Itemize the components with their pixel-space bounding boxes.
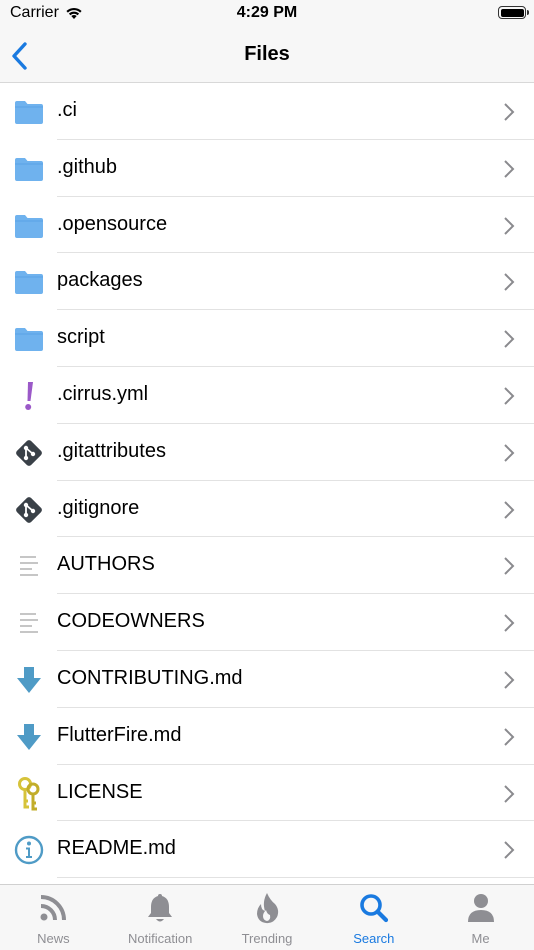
file-row[interactable]: packages [0, 253, 534, 310]
git-icon [13, 438, 44, 468]
tab-label: Search [353, 931, 395, 946]
file-row[interactable]: script [0, 310, 534, 367]
file-row[interactable]: .cirrus.yml [0, 367, 534, 424]
file-name: AUTHORS [57, 553, 155, 576]
tab-news[interactable]: News [0, 885, 107, 950]
text-file-icon [13, 551, 44, 581]
chevron-right-icon [502, 443, 516, 463]
file-name: CONTRIBUTING.md [57, 666, 243, 689]
chevron-right-icon [502, 556, 516, 576]
chevron-right-icon [502, 840, 516, 860]
search-icon [357, 891, 391, 925]
chevron-right-icon [502, 159, 516, 179]
file-row[interactable]: AUTHORS [0, 537, 534, 594]
folder-icon [13, 97, 44, 127]
page-title: Files [244, 43, 290, 65]
person-icon [464, 891, 498, 925]
tab-label: Me [471, 931, 490, 946]
chevron-left-icon [12, 42, 27, 70]
file-name: .gitattributes [57, 439, 166, 462]
file-row[interactable]: .github [0, 140, 534, 197]
file-name: README.md [57, 837, 176, 860]
chevron-right-icon [502, 784, 516, 804]
folder-icon [13, 324, 44, 354]
tab-notification[interactable]: Notification [107, 885, 214, 950]
markdown-arrow-icon [13, 665, 44, 695]
file-name: .cirrus.yml [57, 382, 149, 405]
tab-label: Trending [241, 931, 293, 946]
chevron-right-icon [502, 670, 516, 690]
folder-icon [13, 267, 44, 297]
file-name: .gitignore [57, 496, 140, 519]
file-list: .ci .github .opensource packages script .cirr… [0, 83, 534, 878]
chevron-right-icon [502, 272, 516, 292]
rss-icon [36, 891, 70, 925]
chevron-right-icon [502, 727, 516, 747]
file-name: packages [57, 269, 143, 292]
file-row[interactable]: CODEOWNERS [0, 594, 534, 651]
keys-icon [13, 776, 44, 811]
file-row[interactable]: FlutterFire.md [0, 708, 534, 765]
battery-icon [498, 6, 529, 19]
tab-trending[interactable]: Trending [214, 885, 321, 950]
file-name: .ci [57, 99, 77, 121]
folder-icon [13, 211, 44, 241]
markdown-arrow-icon [13, 722, 44, 752]
file-name: .opensource [57, 212, 168, 235]
exclamation-icon [13, 381, 44, 411]
chevron-right-icon [502, 613, 516, 633]
info-icon [13, 835, 44, 865]
status-bar: Carrier 4:29 PM [0, 0, 534, 30]
file-name: CODEOWNERS [57, 610, 205, 633]
tab-me[interactable]: Me [427, 885, 534, 950]
bell-icon [143, 891, 177, 925]
tab-label: News [37, 931, 70, 946]
tab-bar: News Notification Trending Search Me [0, 884, 534, 950]
file-name: script [57, 326, 105, 349]
navigation-bar: Files [0, 30, 534, 83]
file-name: .github [57, 155, 118, 178]
file-row[interactable]: .opensource [0, 197, 534, 254]
folder-icon [13, 154, 44, 184]
file-row[interactable]: .ci [0, 83, 534, 140]
file-row[interactable]: CONTRIBUTING.md [0, 651, 534, 708]
chevron-right-icon [502, 216, 516, 236]
file-name: LICENSE [57, 780, 143, 803]
tab-label: Notification [128, 931, 193, 946]
file-name: FlutterFire.md [57, 723, 182, 746]
git-icon [13, 495, 44, 525]
tab-search[interactable]: Search [320, 885, 427, 950]
chevron-right-icon [502, 102, 516, 122]
chevron-right-icon [502, 500, 516, 520]
text-file-icon [13, 608, 44, 638]
chevron-right-icon [502, 386, 516, 406]
chevron-right-icon [502, 329, 516, 349]
file-row[interactable]: README.md [0, 821, 534, 878]
back-button[interactable] [6, 38, 40, 74]
file-row[interactable]: .gitignore [0, 481, 534, 538]
clock-label: 4:29 PM [236, 4, 298, 21]
file-row[interactable]: LICENSE [0, 765, 534, 822]
file-row[interactable]: .gitattributes [0, 424, 534, 481]
flame-icon [250, 891, 284, 925]
